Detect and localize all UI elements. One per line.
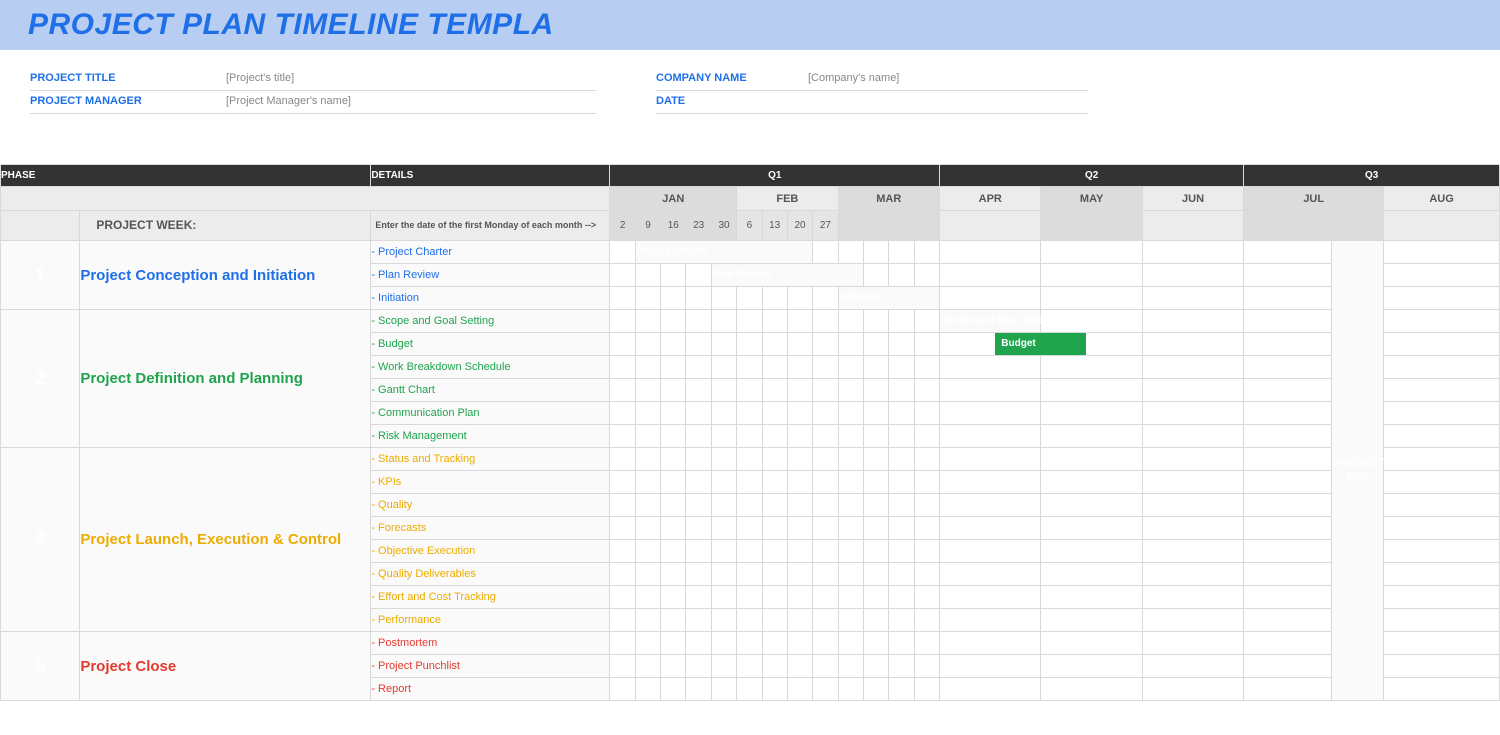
header-q2: Q2 [940,165,1244,187]
title-banner: PROJECT PLAN TIMELINE TEMPLA [0,0,1500,50]
meta-value-project-manager[interactable]: [Project Manager's name] [226,91,596,114]
header-row-months: JAN FEB MAR APR MAY JUN JUL AUG [1,187,1500,211]
week-jan-4[interactable]: 30 [711,211,736,241]
detail-cell[interactable]: Objective Execution [371,540,610,563]
phase-number-5: 5 [1,632,80,701]
meta-label-company-name: COMPANY NAME [656,68,808,91]
gantt-bar-scope-goal[interactable]: Scope and Goal Setting [940,310,1041,333]
page-title: PROJECT PLAN TIMELINE TEMPLA [28,8,554,42]
month-aug: AUG [1384,187,1500,211]
meta-block: PROJECT TITLE [Project's title] COMPANY … [0,50,1500,114]
meta-label-project-title: PROJECT TITLE [30,68,226,91]
header-row-weeks: PROJECT WEEK: Enter the date of the firs… [1,211,1500,241]
detail-cell[interactable]: Budget [371,333,610,356]
detail-cell[interactable]: Performance [371,609,610,632]
detail-cell[interactable]: Risk Management [371,425,610,448]
detail-cell[interactable]: Project Charter [371,241,610,264]
month-mar: MAR [838,187,940,211]
detail-cell[interactable]: Effort and Cost Tracking [371,586,610,609]
phase-name-2: Project Definition and Planning [80,310,371,448]
phase-name-3: Project Launch, Execution & Control [80,448,371,632]
week-jan-0[interactable]: 2 [610,211,635,241]
table-row: 2 Project Definition and Planning Scope … [1,310,1500,333]
phase-name-1: Project Conception and Initiation [80,241,371,310]
detail-cell[interactable]: Quality [371,494,610,517]
header-row-quarters: PHASE DETAILS Q1 Q2 Q3 [1,165,1500,187]
meta-value-project-title[interactable]: [Project's title] [226,68,596,91]
detail-cell[interactable]: Quality Deliverables [371,563,610,586]
table-row: 5 Project Close Postmortem [1,632,1500,655]
month-may: MAY [1041,187,1142,211]
week-feb-3[interactable]: 27 [813,211,838,241]
table-row: 1 Project Conception and Initiation Proj… [1,241,1500,264]
table-row: 3 Project Launch, Execution & Control St… [1,448,1500,471]
gantt-bar-project-charter[interactable]: Project Charter [635,241,812,264]
week-jan-1[interactable]: 9 [635,211,660,241]
detail-cell[interactable]: Gantt Chart [371,379,610,402]
week-jan-3[interactable]: 23 [686,211,711,241]
detail-cell[interactable]: Initiation [371,287,610,310]
detail-cell[interactable]: Project Punchlist [371,655,610,678]
detail-cell[interactable]: Communication Plan [371,402,610,425]
gantt-bar-initiation[interactable]: Initiation [838,287,940,310]
detail-cell[interactable]: Forecasts [371,517,610,540]
phase-number-2: 2 [1,310,80,448]
month-jan: JAN [610,187,737,211]
meta-label-project-manager: PROJECT MANAGER [30,91,226,114]
detail-cell[interactable]: Work Breakdown Schedule [371,356,610,379]
detail-cell[interactable]: KPIs [371,471,610,494]
header-details: DETAILS [371,165,610,187]
week-feb-1[interactable]: 13 [762,211,787,241]
month-apr: APR [940,187,1041,211]
header-phase: PHASE [1,165,371,187]
header-q1: Q1 [610,165,940,187]
gantt-bar-budget[interactable]: Budget [995,333,1085,355]
project-week-label: PROJECT WEEK: [80,211,371,241]
week-feb-0[interactable]: 6 [737,211,762,241]
phase-number-1: 1 [1,241,80,310]
meta-value-date[interactable] [808,91,1088,114]
gantt-bar-plan-review[interactable]: Plan Review [711,264,863,287]
detail-cell[interactable]: Plan Review [371,264,610,287]
week-jan-2[interactable]: 16 [661,211,686,241]
detail-cell[interactable]: Scope and Goal Setting [371,310,610,333]
project-week-hint: Enter the date of the first Monday of ea… [371,211,610,241]
meta-value-company-name[interactable]: [Company's name] [808,68,1088,91]
project-end-column: PROJECT END [1332,241,1384,701]
phase-name-5: Project Close [80,632,371,701]
detail-cell[interactable]: Postmortem [371,632,610,655]
month-jun: JUN [1142,187,1243,211]
phase-number-3: 3 [1,448,80,632]
detail-cell[interactable]: Report [371,678,610,701]
month-jul: JUL [1244,187,1384,211]
header-q3: Q3 [1244,165,1500,187]
week-feb-2[interactable]: 20 [787,211,812,241]
timeline-grid: PHASE DETAILS Q1 Q2 Q3 JAN FEB MAR APR M… [0,164,1500,701]
detail-cell[interactable]: Status and Tracking [371,448,610,471]
meta-label-date: DATE [656,91,808,114]
month-feb: FEB [737,187,838,211]
